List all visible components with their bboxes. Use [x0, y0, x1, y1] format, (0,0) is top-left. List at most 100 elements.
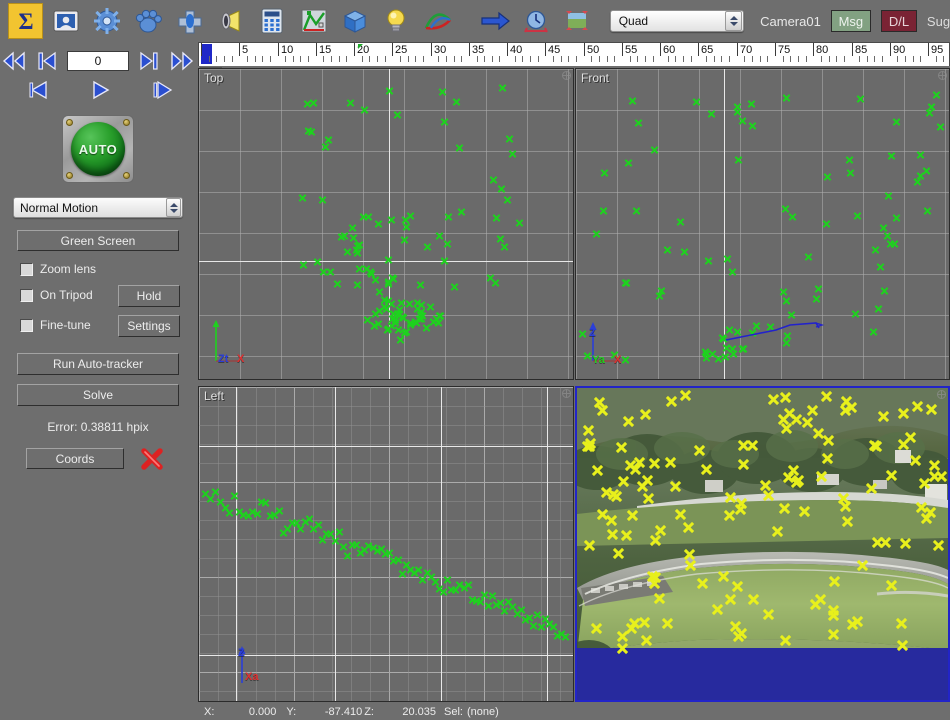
sug-label[interactable]: Sug [927, 14, 950, 29]
go-to-end-button[interactable] [136, 50, 162, 72]
ruler-tick-minor [783, 56, 784, 62]
summary-sigma-icon[interactable]: Σ [8, 3, 44, 39]
lighting-bulb-icon[interactable] [378, 2, 415, 40]
camera-letterbox-bar [577, 648, 948, 700]
ruler-tick-minor [377, 56, 378, 62]
perspective-icon[interactable] [419, 2, 456, 40]
auto-button[interactable]: AUTO [62, 115, 134, 183]
zoom-lens-checkbox[interactable] [20, 262, 33, 276]
motion-select-arrows[interactable] [166, 198, 181, 217]
go-to-start-button[interactable] [34, 50, 60, 72]
viewport-maximize-icon[interactable] [562, 389, 571, 398]
ruler-tick-label: 90 [893, 44, 906, 56]
export-arrow-icon[interactable] [476, 2, 513, 40]
viewport-left-label: Left [204, 389, 225, 403]
keyframe-marker-icon [358, 44, 363, 49]
ruler-tick-minor [423, 56, 424, 62]
viewport-maximize-icon[interactable] [937, 390, 946, 399]
dl-badge[interactable]: D/L [880, 10, 917, 32]
zoom-lens-checkbox-row[interactable]: Zoom lens [20, 262, 196, 276]
ruler-tick-minor [630, 56, 631, 62]
ruler-tick-major [201, 43, 202, 56]
status-y-value: -87.410 [324, 705, 363, 718]
on-tripod-checkbox-row[interactable]: On Tripod [20, 288, 93, 302]
viewport-maximize-icon[interactable] [562, 71, 571, 80]
chevron-down-icon [729, 22, 738, 26]
on-tripod-checkbox[interactable] [20, 288, 33, 302]
timeline-ruler[interactable]: 5 10 15 20 25 30 35 40 45 50 55 60 65 70 75 80 85 90 95 [198, 42, 950, 66]
3d-point-icon[interactable] [171, 2, 208, 40]
ruler-tick-minor [454, 56, 455, 62]
settings-gear-icon[interactable] [89, 2, 126, 40]
timing-clock-icon[interactable] [517, 2, 554, 40]
coords-button[interactable]: Coords [26, 448, 124, 469]
auto-button-dome[interactable]: AUTO [71, 122, 125, 176]
viewport-maximize-icon[interactable] [938, 71, 947, 80]
msg-badge[interactable]: Msg [830, 10, 871, 32]
ruler-tick-label: 15 [319, 44, 332, 56]
ruler-tick-minor [836, 56, 837, 62]
ruler-tick-minor [530, 56, 531, 62]
options-block: Zoom lens On Tripod Hold Fine-tune Setti… [0, 262, 196, 343]
viewport-front-label: Front [581, 71, 610, 85]
skip-forward-fast-button[interactable] [169, 50, 195, 72]
ruler-tick-major [392, 43, 393, 56]
ruler-tick-minor [515, 56, 516, 62]
viewport-camera[interactable] [575, 386, 950, 702]
ruler-tick-minor [867, 56, 868, 62]
frame-nav-row-secondary [0, 79, 196, 101]
timeline-playhead[interactable] [201, 44, 212, 64]
viewport-top[interactable]: Top Zt X [198, 68, 574, 380]
motion-select[interactable]: Normal Motion [13, 197, 183, 218]
layout-select-arrows[interactable] [725, 11, 743, 31]
step-back-button[interactable] [25, 79, 51, 101]
ruler-tick-minor [874, 56, 875, 62]
mesh-cube-icon[interactable] [336, 2, 373, 40]
region-of-interest-icon[interactable] [558, 2, 595, 40]
graph-editor-icon[interactable] [295, 2, 332, 40]
ruler-tick-major [431, 43, 432, 56]
image-preferences-icon[interactable] [47, 2, 84, 40]
solve-button[interactable]: Solve [17, 384, 179, 406]
green-screen-button[interactable]: Green Screen [17, 230, 179, 251]
settings-button[interactable]: Settings [118, 315, 180, 337]
ruler-tick-major [737, 43, 738, 56]
viewport-left-axis-vertical-right [441, 387, 442, 701]
ruler-tick-minor [576, 56, 577, 62]
ruler-tick-label: 80 [816, 44, 829, 56]
ruler-tick-label: 55 [625, 44, 638, 56]
tracker-paw-icon[interactable] [130, 2, 167, 40]
skip-back-fast-button[interactable] [1, 50, 27, 72]
current-frame-field[interactable]: 0 [67, 51, 129, 71]
delete-x-icon[interactable] [140, 447, 164, 476]
calculator-icon[interactable] [254, 2, 291, 40]
auto-button-wrap: AUTO [0, 115, 196, 183]
fine-tune-checkbox[interactable] [20, 318, 33, 332]
auto-button-label: AUTO [78, 141, 118, 157]
fine-tune-checkbox-row[interactable]: Fine-tune [20, 318, 91, 332]
ruler-tick-major [660, 43, 661, 56]
screw-icon [123, 119, 130, 126]
ruler-tick-minor [767, 56, 768, 62]
ruler-tick-minor [484, 56, 485, 62]
run-autotracker-button[interactable]: Run Auto-tracker [17, 353, 179, 375]
ruler-tick-minor [591, 56, 592, 62]
ruler-tick-minor [668, 56, 669, 62]
ruler-tick-minor [400, 56, 401, 62]
lens-icon[interactable] [212, 2, 249, 40]
ruler-tick-minor [232, 56, 233, 62]
viewport-left[interactable]: Left Z Xa [198, 386, 574, 702]
ruler-tick-label: 35 [472, 44, 485, 56]
screw-icon [66, 119, 73, 126]
hold-button[interactable]: Hold [118, 285, 180, 307]
ruler-tick-major [584, 43, 585, 56]
step-forward-button[interactable] [149, 79, 175, 101]
ruler-tick-minor [683, 56, 684, 62]
ruler-tick-label: 5 [242, 44, 249, 56]
layout-select[interactable]: Quad [609, 10, 745, 32]
play-button[interactable] [87, 79, 113, 101]
ruler-tick-minor [408, 56, 409, 62]
gizmo-label-y: Ya [592, 354, 605, 366]
viewport-front[interactable]: Front Z Ya X [575, 68, 950, 380]
ruler-tick-major [239, 43, 240, 56]
